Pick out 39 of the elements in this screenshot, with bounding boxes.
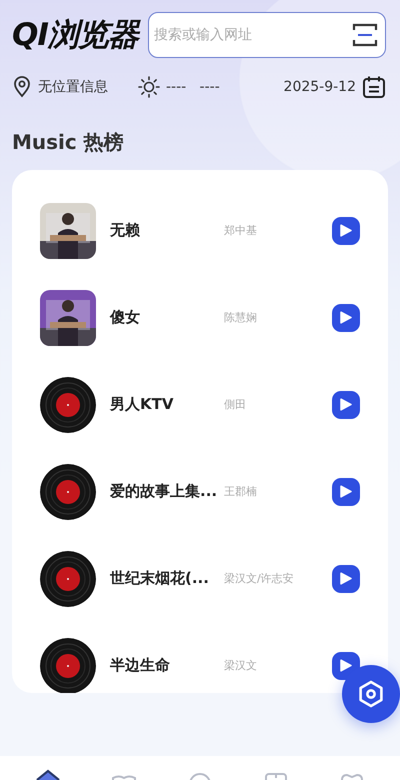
play-icon [340, 485, 352, 498]
play-button[interactable] [332, 216, 360, 244]
location-pin-icon [12, 76, 32, 98]
artist-name: 郑中基 [224, 223, 257, 238]
song-title: 爱的故事上集... [110, 482, 218, 501]
song-title: 无赖 [110, 221, 141, 240]
play-icon [340, 311, 352, 324]
artist-name: 陈慧娴 [224, 310, 257, 325]
play-button[interactable] [332, 564, 360, 592]
sun-icon [138, 76, 160, 98]
weather-text: ---- ---- [166, 79, 220, 95]
play-button[interactable] [332, 478, 360, 506]
date-text: 2025-9-12 [284, 79, 356, 95]
app-title: QI浏览器 [12, 14, 138, 56]
song-title: 世纪末烟花(... [110, 569, 210, 588]
section-title: Music 热榜 [12, 129, 125, 156]
play-button[interactable] [332, 390, 360, 418]
artist-name: 側田 [224, 397, 246, 412]
play-icon [340, 572, 352, 585]
play-icon [340, 224, 352, 237]
calendar-icon[interactable] [362, 75, 386, 99]
hexagon-icon [358, 680, 384, 708]
song-title: 傻女 [110, 308, 141, 327]
song-title: 男人KTV [110, 395, 174, 414]
play-icon [340, 398, 352, 411]
location-text: 无位置信息 [38, 78, 108, 96]
vinyl-record-icon [40, 638, 96, 693]
settings-button[interactable] [342, 665, 400, 723]
artist-name: 梁汉文/许志安 [224, 571, 294, 586]
scan-icon[interactable] [352, 22, 378, 48]
vinyl-record-icon [40, 376, 96, 432]
vinyl-record-icon [40, 550, 96, 606]
vinyl-record-icon [40, 464, 96, 520]
artist-name: 王郡楠 [224, 484, 257, 499]
song-title: 半边生命 [110, 656, 171, 675]
play-icon [340, 659, 352, 672]
play-button[interactable] [332, 304, 360, 332]
search-field[interactable]: 搜索或输入网址 [148, 12, 386, 58]
artist-name: 梁汉文 [224, 658, 257, 673]
